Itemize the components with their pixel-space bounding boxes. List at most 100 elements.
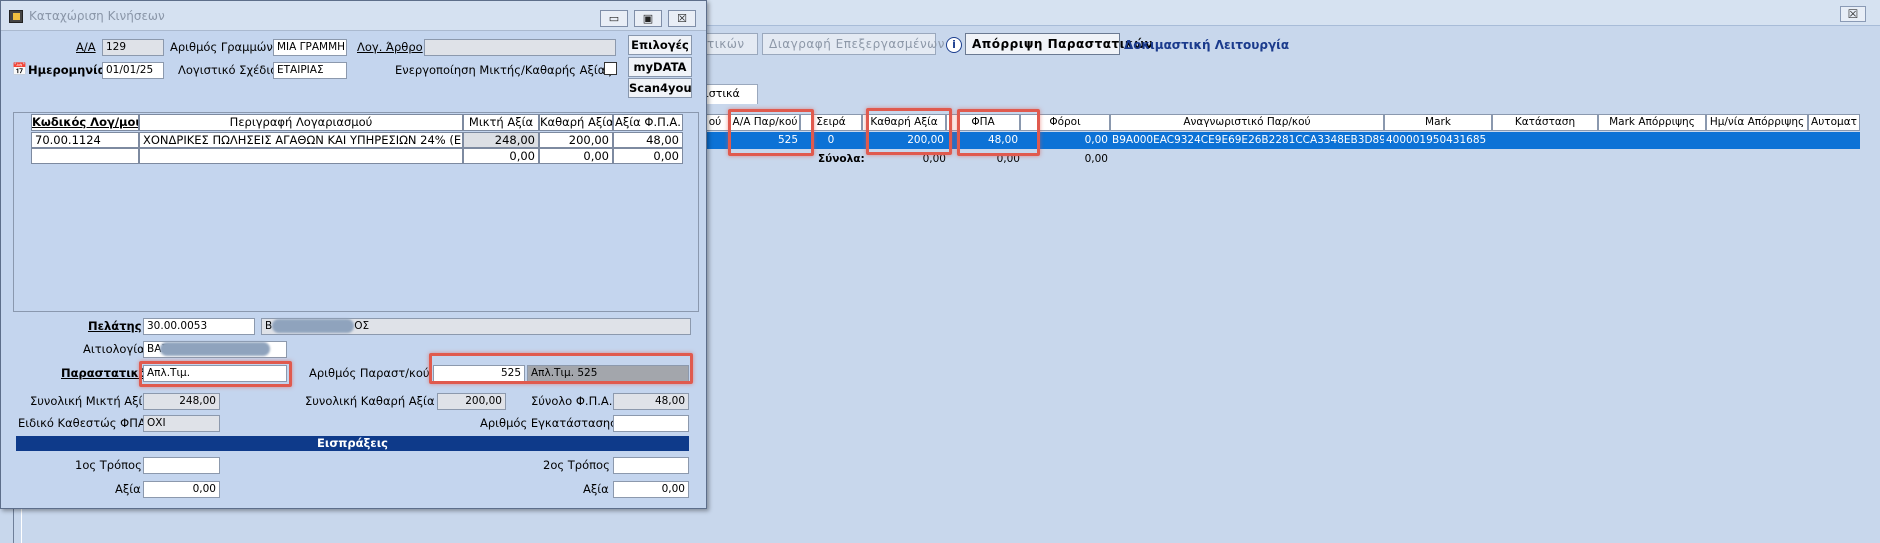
grid-header-cell[interactable]: Κατάσταση [1492,114,1598,131]
plan-field[interactable]: ΕΤΑΙΡΙΑΣ [273,62,347,79]
scan4you-button[interactable]: Scan4you [628,78,692,98]
second-method-label: 2ος Τρόπος [543,458,610,472]
customer-name-end: ΟΣ [354,320,370,332]
grid-cell-identifier: B9A000EAC9324CE9E69E26B2281CCA3348EB3D89 [1112,134,1384,146]
grid-header-cell[interactable]: Σειρά [800,114,862,131]
installation-field[interactable] [613,415,689,432]
document-number-label: Αριθμός Παραστ/κού [309,366,430,380]
date-label: Ημερομηνία [28,63,106,77]
mixed-value-checkbox[interactable] [604,62,617,75]
grid-cell-net-value: 200,00 [907,134,944,146]
line-desc-cell[interactable]: ΧΟΝΔΡΙΚΕΣ ΠΩΛΗΣΕΙΣ ΑΓΑΘΩΝ ΚΑΙ ΥΠΗΡΕΣΙΩΝ … [139,132,463,148]
reason-label: Αιτιολογία [83,342,145,356]
first-amount-field[interactable]: 0,00 [143,481,220,498]
date-field[interactable]: 01/01/25 [102,62,164,79]
second-method-field[interactable] [613,457,689,474]
total-vat-label: Σύνολο Φ.Π.Α. [531,394,613,408]
document-type-field[interactable]: Απλ.Τιμ. [143,365,287,382]
app-icon [9,10,23,23]
grid-header-cell[interactable]: ΦΠΑ [946,114,1020,131]
lines-label: Αριθμός Γραμμών [170,40,273,54]
grid-header-cell[interactable]: Φόροι [1020,114,1110,131]
aa-label: Α/Α [76,40,96,54]
grid-header-cell[interactable]: Α/Α Παρ/κού [730,114,800,131]
line-vat-cell[interactable]: 0,00 [613,148,683,164]
grid-cell-mark: 400001950431685 [1386,134,1487,146]
first-method-field[interactable] [143,457,220,474]
maximize-icon[interactable]: ▣ [634,10,662,27]
documents-grid-header: ού Α/Α Παρ/κού Σειρά Καθαρή Αξία ΦΠΑ Φόρ… [700,114,1860,131]
line-net-cell[interactable]: 0,00 [539,148,613,164]
total-net-field: 200,00 [437,393,506,410]
customer-label[interactable]: Πελάτης [88,319,142,333]
grid-header-account-desc[interactable]: Περιγραφή Λογαριασμού [139,114,463,131]
receipts-section-bar: Εισπράξεις [16,436,689,451]
line-code-cell[interactable]: 70.00.1124 [31,132,139,148]
second-amount-field[interactable]: 0,00 [613,481,689,498]
grid-header-cell[interactable]: Αυτοματ [1808,114,1860,131]
customer-code-field[interactable]: 30.00.0053 [143,318,255,335]
grid-header-net[interactable]: Καθαρή Αξία [539,114,613,131]
line-vat-cell[interactable]: 48,00 [613,132,683,148]
log-arthro-label[interactable]: Λογ. Άρθρο [357,40,423,54]
table-row[interactable]: 525 0 200,00 48,00 0,00 B9A000EAC9324CE9… [700,132,1860,149]
dialog-title: Καταχώριση Κινήσεων [29,9,165,23]
aa-field[interactable]: 129 [102,39,164,56]
grid-header-cell[interactable]: Καθαρή Αξία [862,114,946,131]
grid-header-gross[interactable]: Μικτή Αξία [463,114,539,131]
test-mode-label: Δοκιμαστική Λειτουργία [1124,38,1290,52]
partial-documents-button[interactable]: τικών [700,33,758,55]
totals-taxes: 0,00 [1084,153,1108,165]
delete-processed-button[interactable]: Διαγραφή Επεξεργασμένων [762,33,944,55]
line-gross-cell[interactable]: 0,00 [463,148,539,164]
entry-dialog: Καταχώριση Κινήσεων ▭ ▣ ☒ Α/Α 129 Αριθμό… [0,0,707,509]
plan-label: Λογιστικό Σχέδιο [178,63,278,77]
redacted-mask [160,342,270,356]
line-net-cell[interactable]: 200,00 [539,132,613,148]
grid-header-cell[interactable]: Mark [1384,114,1492,131]
vat-regime-label: Ειδικό Καθεστώς ΦΠΑ [18,416,146,430]
line-gross-cell[interactable]: 248,00 [463,132,539,148]
dialog-titlebar[interactable]: Καταχώριση Κινήσεων ▭ ▣ ☒ [1,1,706,31]
grid-header-account-code[interactable]: Κωδικός Λογ/μού [31,114,139,131]
minimize-icon[interactable]: ▭ [600,10,628,27]
background-close-icon[interactable]: ☒ [1840,6,1866,22]
total-gross-field: 248,00 [143,393,220,410]
grid-header-cell[interactable]: Ημ/νία Απόρριψης [1706,114,1808,131]
grid-header-cell[interactable]: Αναγνωριστικό Παρ/κού [1110,114,1384,131]
grid-totals-row: Σύνολα: 0,00 0,00 0,00 [700,153,1860,169]
document-number-desc: Απλ.Τιμ. 525 [527,365,689,382]
grid-header-cell[interactable]: Mark Απόρριψης [1598,114,1706,131]
document-label[interactable]: Παραστατικό [61,366,147,380]
line-desc-cell[interactable] [139,148,463,164]
document-number-field[interactable]: 525 [433,365,525,382]
grid-cell-vat: 48,00 [987,134,1018,146]
tab-statistics[interactable]: ιστικά [700,84,758,104]
options-button[interactable]: Επιλογές [628,35,692,55]
redacted-mask [272,319,354,333]
mydata-button[interactable]: myDATA [628,57,692,77]
grid-cell-taxes: 0,00 [1084,134,1108,146]
calendar-icon[interactable]: 📅 [12,62,27,76]
total-net-label: Συνολική Καθαρή Αξία [305,394,435,408]
info-icon[interactable]: i [946,37,962,53]
totals-vat: 0,00 [996,153,1020,165]
reject-documents-button[interactable]: Απόρριψη Παραστατικών [965,33,1153,55]
grid-header-vat[interactable]: Αξία Φ.Π.Α. [613,114,683,131]
totals-label: Σύνολα: [818,153,865,165]
totals-net-value: 0,00 [922,153,946,165]
total-vat-field: 48,00 [613,393,689,410]
second-amount-label: Αξία [583,482,609,496]
line-code-cell[interactable] [31,148,139,164]
log-arthro-field[interactable] [424,39,616,56]
total-gross-label: Συνολική Μικτή Αξία [30,394,151,408]
lines-grid: Κωδικός Λογ/μού Περιγραφή Λογαριασμού Μι… [13,112,699,312]
grid-cell-seira: 0 [827,134,835,146]
lines-field[interactable]: ΜΙΑ ΓΡΑΜΜΗ [273,39,347,56]
vat-regime-field[interactable]: ΟΧΙ [143,415,220,432]
close-icon[interactable]: ☒ [668,10,696,27]
first-method-label: 1ος Τρόπος [75,458,142,472]
first-amount-label: Αξία [115,482,141,496]
grid-cell-aa: 525 [777,134,798,146]
installation-label: Αριθμός Εγκατάστασης [480,416,617,430]
